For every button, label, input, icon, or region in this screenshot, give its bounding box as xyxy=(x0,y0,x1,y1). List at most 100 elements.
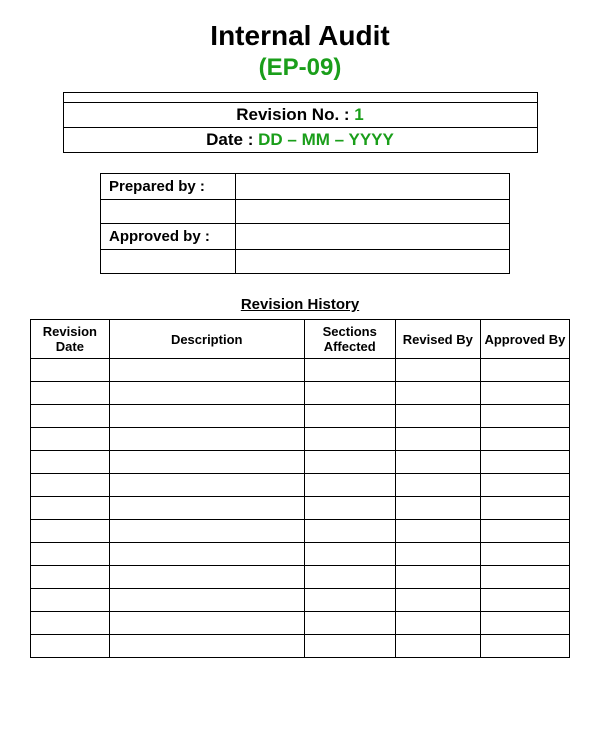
history-header-approved: Approved By xyxy=(480,320,569,359)
table-cell[interactable] xyxy=(395,612,480,635)
document-title: Internal Audit xyxy=(55,20,545,52)
table-cell[interactable] xyxy=(304,405,395,428)
prepared-by-label: Prepared by : xyxy=(101,174,236,200)
table-cell[interactable] xyxy=(395,405,480,428)
table-row xyxy=(31,428,570,451)
table-cell[interactable] xyxy=(109,566,304,589)
table-cell[interactable] xyxy=(480,405,569,428)
revision-number-row: Revision No. : 1 xyxy=(63,103,537,128)
table-cell[interactable] xyxy=(109,428,304,451)
table-cell[interactable] xyxy=(31,635,110,658)
table-cell[interactable] xyxy=(395,635,480,658)
table-cell[interactable] xyxy=(31,451,110,474)
table-cell[interactable] xyxy=(304,428,395,451)
table-cell[interactable] xyxy=(31,382,110,405)
table-cell[interactable] xyxy=(31,589,110,612)
table-cell[interactable] xyxy=(304,451,395,474)
history-header-sections: Sections Affected xyxy=(304,320,395,359)
table-cell[interactable] xyxy=(480,382,569,405)
table-cell[interactable] xyxy=(109,405,304,428)
table-cell[interactable] xyxy=(480,612,569,635)
document-header: Internal Audit (EP-09) Revision No. : 1 … xyxy=(55,20,545,153)
table-cell[interactable] xyxy=(480,589,569,612)
table-cell[interactable] xyxy=(395,428,480,451)
table-cell[interactable] xyxy=(395,359,480,382)
table-cell[interactable] xyxy=(395,543,480,566)
date-row: Date : DD – MM – YYYY xyxy=(63,128,537,153)
prepared-by-value[interactable] xyxy=(236,174,510,200)
table-row xyxy=(31,451,570,474)
table-cell[interactable] xyxy=(31,543,110,566)
prepared-by-extra-value[interactable] xyxy=(236,200,510,224)
table-cell[interactable] xyxy=(109,589,304,612)
revision-number-value: 1 xyxy=(354,105,363,124)
table-cell[interactable] xyxy=(480,566,569,589)
signoff-table: Prepared by : Approved by : xyxy=(100,173,510,274)
table-cell[interactable] xyxy=(304,497,395,520)
table-cell[interactable] xyxy=(480,451,569,474)
table-cell[interactable] xyxy=(109,497,304,520)
table-cell[interactable] xyxy=(395,589,480,612)
table-cell[interactable] xyxy=(480,474,569,497)
table-cell[interactable] xyxy=(395,520,480,543)
table-cell[interactable] xyxy=(304,520,395,543)
table-row xyxy=(31,405,570,428)
table-row xyxy=(31,635,570,658)
table-cell[interactable] xyxy=(480,520,569,543)
table-row xyxy=(31,566,570,589)
table-cell[interactable] xyxy=(31,474,110,497)
table-cell[interactable] xyxy=(109,359,304,382)
table-cell[interactable] xyxy=(395,497,480,520)
table-cell[interactable] xyxy=(109,612,304,635)
history-header-description: Description xyxy=(109,320,304,359)
table-cell[interactable] xyxy=(31,497,110,520)
history-header-date: Revision Date xyxy=(31,320,110,359)
table-row xyxy=(31,497,570,520)
table-cell[interactable] xyxy=(480,359,569,382)
table-row xyxy=(31,359,570,382)
revision-history-title: Revision History xyxy=(30,296,570,313)
revision-history-table: Revision Date Description Sections Affec… xyxy=(30,319,570,658)
table-cell[interactable] xyxy=(31,612,110,635)
table-cell[interactable] xyxy=(395,382,480,405)
table-cell[interactable] xyxy=(109,451,304,474)
table-cell[interactable] xyxy=(395,566,480,589)
table-cell[interactable] xyxy=(304,566,395,589)
table-cell[interactable] xyxy=(304,543,395,566)
table-cell[interactable] xyxy=(109,520,304,543)
table-cell[interactable] xyxy=(480,635,569,658)
table-cell[interactable] xyxy=(31,405,110,428)
table-cell[interactable] xyxy=(480,543,569,566)
table-row xyxy=(31,382,570,405)
table-row xyxy=(31,589,570,612)
approved-by-label: Approved by : xyxy=(101,224,236,250)
table-cell[interactable] xyxy=(304,382,395,405)
table-cell[interactable] xyxy=(304,359,395,382)
table-row xyxy=(31,520,570,543)
table-cell[interactable] xyxy=(304,612,395,635)
approved-by-value[interactable] xyxy=(236,224,510,250)
date-value: DD – MM – YYYY xyxy=(258,130,394,149)
table-cell[interactable] xyxy=(480,497,569,520)
table-cell[interactable] xyxy=(395,451,480,474)
table-cell[interactable] xyxy=(480,428,569,451)
table-cell[interactable] xyxy=(109,543,304,566)
table-cell[interactable] xyxy=(395,474,480,497)
approved-by-extra-value[interactable] xyxy=(236,250,510,274)
date-label: Date : xyxy=(206,130,258,149)
table-cell[interactable] xyxy=(109,635,304,658)
table-cell[interactable] xyxy=(304,589,395,612)
table-cell[interactable] xyxy=(304,635,395,658)
table-cell[interactable] xyxy=(31,520,110,543)
prepared-by-extra xyxy=(101,200,236,224)
table-cell[interactable] xyxy=(31,428,110,451)
revision-number-label: Revision No. : xyxy=(236,105,354,124)
table-row xyxy=(31,543,570,566)
table-row xyxy=(31,612,570,635)
approved-by-extra xyxy=(101,250,236,274)
table-cell[interactable] xyxy=(31,359,110,382)
table-cell[interactable] xyxy=(109,382,304,405)
table-cell[interactable] xyxy=(31,566,110,589)
table-cell[interactable] xyxy=(109,474,304,497)
table-cell[interactable] xyxy=(304,474,395,497)
